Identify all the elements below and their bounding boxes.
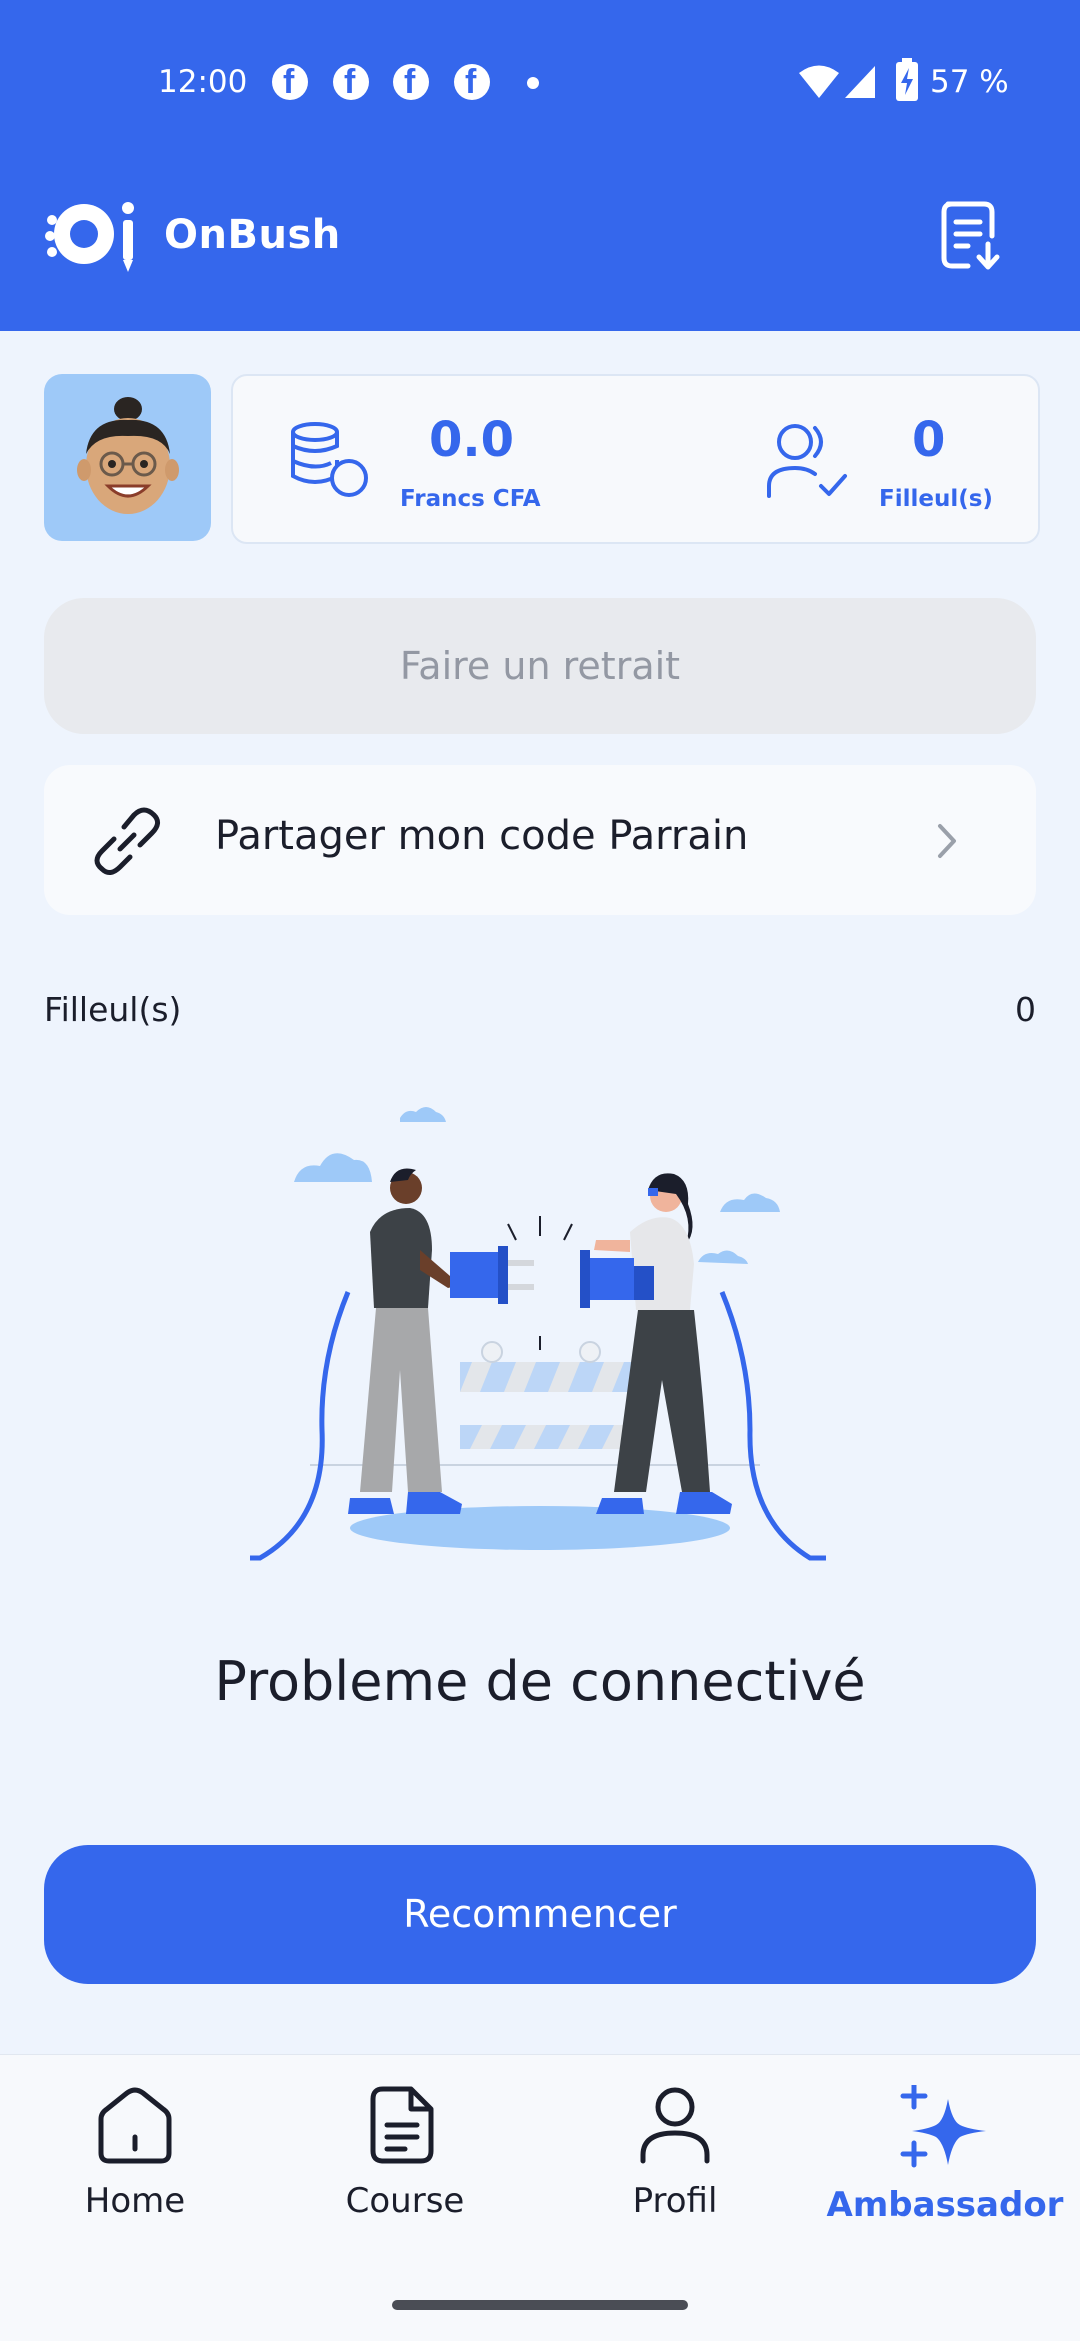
battery-charging-icon [896, 58, 918, 101]
memoji-avatar-icon [77, 397, 179, 514]
error-message: Probleme de connectivé [214, 1650, 866, 1713]
nav-item-course[interactable]: Course [270, 2085, 540, 2255]
nav-item-home[interactable]: Home [0, 2085, 270, 2255]
referrals-section-header: Filleul(s) 0 [44, 990, 1036, 1040]
share-referral-code-row[interactable]: Partager mon code Parrain [44, 765, 1036, 915]
facebook-notification-icon: f [333, 63, 369, 101]
sparkle-icon [900, 2085, 986, 2168]
facebook-notification-icon: f [393, 63, 429, 101]
referrals-label: Filleul(s) [879, 486, 993, 512]
balance-value: 0.0 [429, 412, 515, 468]
coins-balance-icon [291, 422, 368, 497]
app-logo: OnBush [44, 196, 340, 276]
link-icon [94, 807, 160, 875]
nav-item-ambassador[interactable]: Ambassador [810, 2085, 1080, 2255]
connectivity-error-illustration [250, 1107, 826, 1561]
share-code-label: Partager mon code Parrain [215, 813, 749, 859]
withdraw-button[interactable]: Faire un retrait [44, 598, 1036, 734]
cell-signal-icon [845, 66, 875, 98]
bottom-navigation: Home Course Profil Ambassador [0, 2054, 1080, 2341]
download-document-button[interactable] [938, 200, 1002, 272]
battery-percentage: 57 % [930, 64, 1009, 100]
chevron-right-icon [938, 824, 956, 858]
facebook-notification-icon: f [454, 63, 490, 101]
status-bar: 12:00 f f f f 57 % [0, 50, 1080, 116]
nav-label-profil: Profil [632, 2181, 718, 2221]
nav-label-ambassador: Ambassador [826, 2185, 1064, 2225]
person-icon [640, 2087, 710, 2164]
referrals-section-title: Filleul(s) [44, 990, 182, 1029]
facebook-notification-icon: f [272, 63, 308, 101]
user-avatar[interactable] [44, 374, 211, 541]
home-indicator-bar[interactable] [392, 2300, 688, 2310]
nav-item-profil[interactable]: Profil [540, 2085, 810, 2255]
nav-label-home: Home [84, 2181, 186, 2221]
stats-card: 0.0 Francs CFA 0 Filleul(s) [231, 374, 1040, 544]
wifi-icon [799, 65, 839, 98]
document-icon [370, 2086, 434, 2164]
retry-button[interactable]: Recommencer [44, 1845, 1036, 1984]
app-header: 12:00 f f f f 57 % OnBush [0, 0, 1080, 331]
more-notifications-dot-icon [527, 77, 539, 89]
referrals-section-count: 0 [1015, 990, 1036, 1029]
onbush-logo-icon [45, 202, 134, 272]
status-time: 12:00 [158, 64, 248, 100]
nav-label-course: Course [345, 2181, 465, 2221]
referrals-check-icon [767, 424, 847, 498]
app-name: OnBush [164, 212, 341, 258]
home-icon [98, 2087, 172, 2164]
balance-unit: Francs CFA [400, 486, 541, 512]
referrals-value: 0 [912, 412, 946, 468]
